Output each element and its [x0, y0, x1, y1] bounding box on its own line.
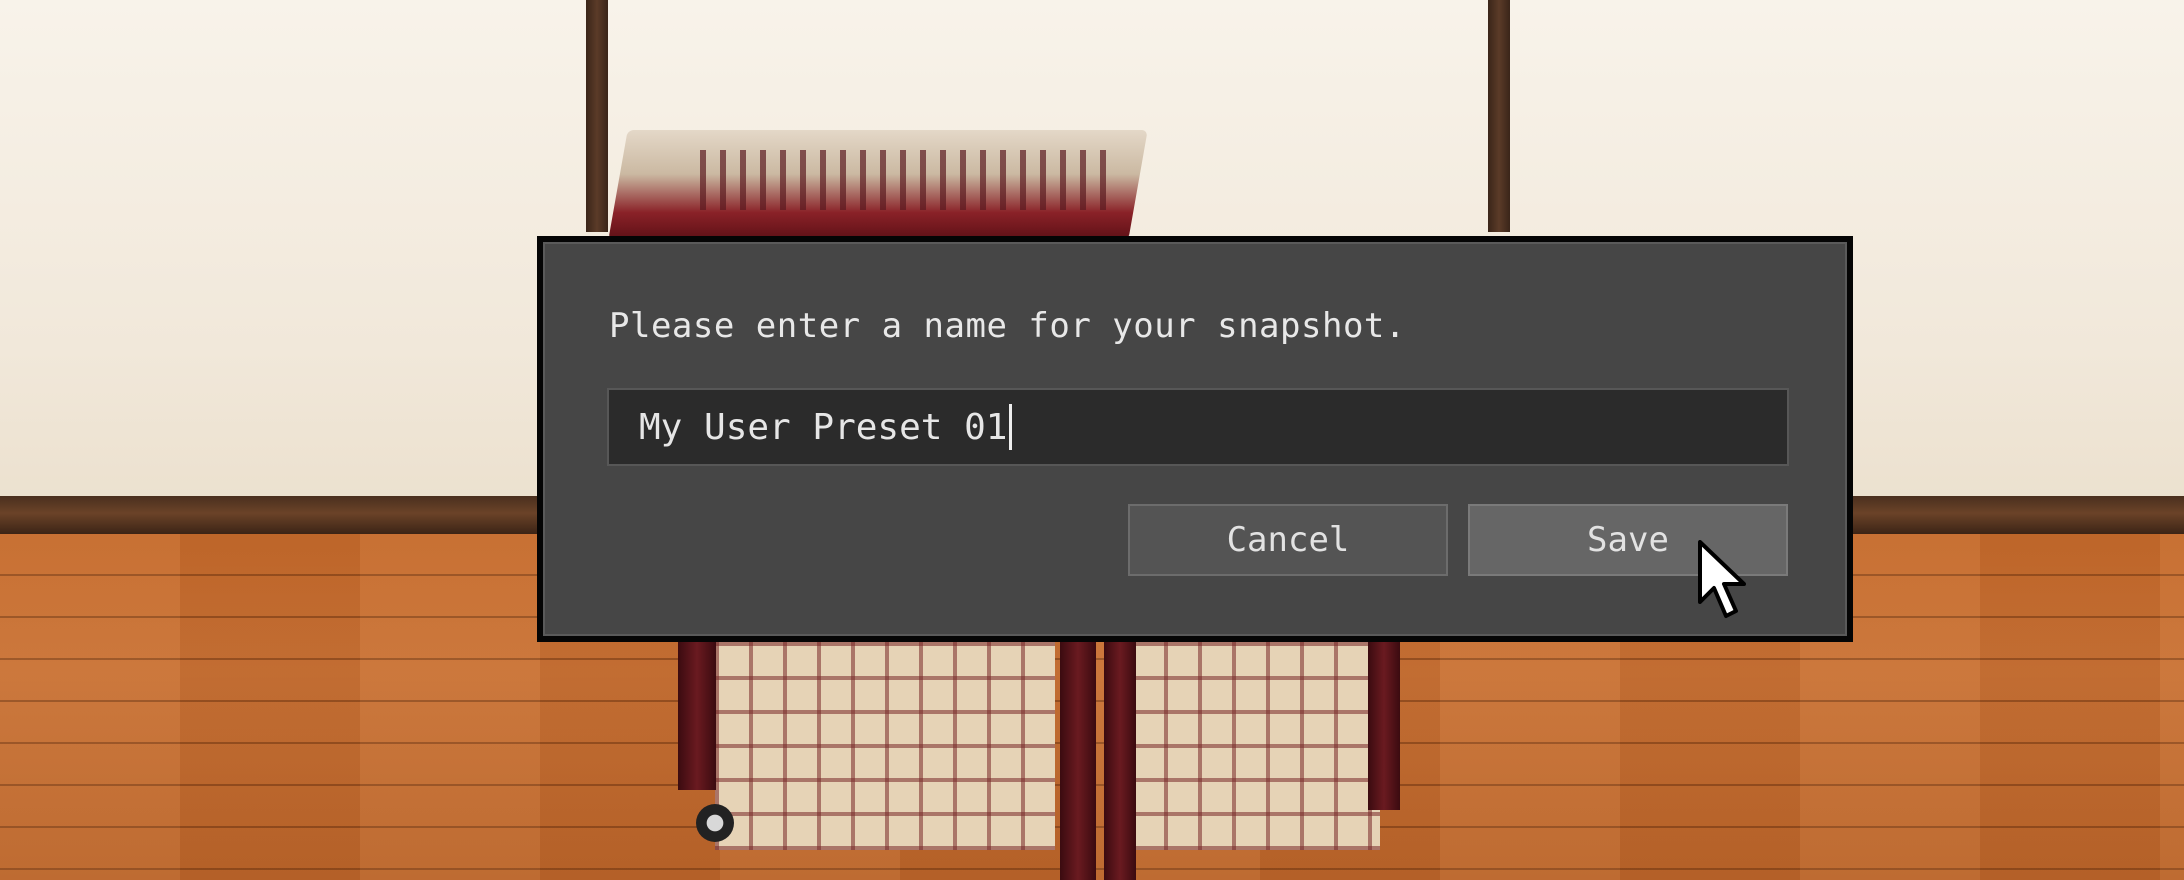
cancel-button-label: Cancel: [1226, 520, 1350, 560]
text-caret: [1009, 404, 1013, 450]
snapshot-name-value: My User Preset 01: [639, 406, 1008, 448]
instrument-stand-leg: [1060, 640, 1096, 880]
instrument-stand-panel: [1130, 640, 1380, 850]
wheel-icon: [696, 804, 734, 842]
dialog-prompt: Please enter a name for your snapshot.: [609, 306, 1406, 346]
instrument-stand-panel: [715, 640, 1055, 850]
instrument-stand-leg: [1104, 640, 1136, 880]
snapshot-name-dialog: Please enter a name for your snapshot. M…: [537, 236, 1853, 642]
instrument-stand-leg: [1368, 640, 1400, 810]
window-frame-left: [586, 0, 608, 232]
snapshot-name-input[interactable]: My User Preset 01: [607, 388, 1789, 466]
save-button-label: Save: [1587, 520, 1669, 560]
arrow-pointer-icon: [1698, 540, 1746, 618]
cancel-button[interactable]: Cancel: [1128, 504, 1448, 576]
instrument-stand-leg: [678, 640, 716, 790]
window-frame-right: [1488, 0, 1510, 232]
